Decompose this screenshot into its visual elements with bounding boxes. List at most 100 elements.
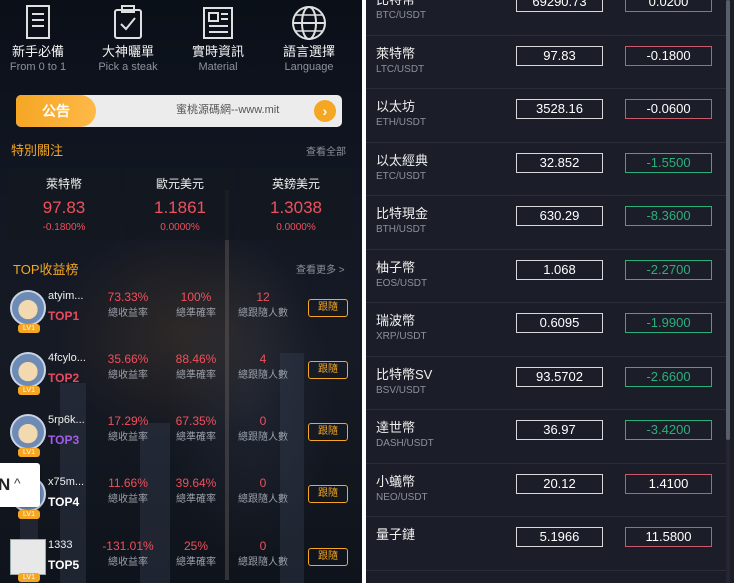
accuracy-stat: 100% 總準確率 bbox=[161, 290, 231, 320]
followers-stat: 4 總跟隨人數 bbox=[228, 352, 298, 382]
market-row[interactable]: 比特現金 BTH/USDT 630.29 -8.3600 bbox=[366, 196, 726, 250]
market-row[interactable]: 以太經典 ETC/USDT 32.852 -1.5500 bbox=[366, 143, 726, 196]
market-row[interactable]: 小蟻幣 NEO/USDT 20.12 1.4100 bbox=[366, 464, 726, 517]
follow-button[interactable]: 跟隨 bbox=[308, 485, 348, 503]
trader-name: x75m... bbox=[48, 476, 85, 488]
trader-rank: TOP1 bbox=[48, 309, 80, 323]
trader-name: 1333 bbox=[48, 539, 73, 551]
accuracy-label: 總準確率 bbox=[176, 557, 216, 568]
price-box: 97.83 bbox=[516, 45, 603, 66]
market-row[interactable]: 量子鏈 5.1966 11.5800 bbox=[366, 517, 726, 571]
accuracy-value: 100% bbox=[180, 290, 212, 304]
quick-link-subtitle: Pick a steak bbox=[98, 61, 158, 73]
price-box: 69290.73 bbox=[516, 0, 603, 12]
coin-pair: EOS/USDT bbox=[376, 277, 428, 289]
accuracy-stat: 25% 總準確率 bbox=[161, 539, 231, 569]
followers-stat: 12 總跟隨人數 bbox=[228, 290, 298, 320]
change-box: 11.5800 bbox=[625, 527, 712, 547]
followers-label: 總跟隨人數 bbox=[238, 432, 288, 443]
follow-button[interactable]: 跟隨 bbox=[308, 361, 348, 379]
trader-row[interactable]: LV1 x75m... TOP4 11.66% 總收益率 39.64% 總準確率 0 總跟隨人數… bbox=[0, 472, 362, 534]
announcement-bar[interactable]: 公告 蜜桃源碼網--www.mit › bbox=[16, 95, 342, 127]
coin-name: 小蟻幣 bbox=[376, 473, 416, 489]
coin-pair: ETC/USDT bbox=[376, 170, 426, 182]
quick-link-title: 新手必備 bbox=[11, 44, 64, 59]
quick-link-showcase[interactable]: 大神曬單 Pick a steak bbox=[83, 0, 173, 84]
avatar bbox=[10, 414, 46, 450]
announcement-tag: 公告 bbox=[16, 95, 96, 127]
level-badge: LV1 bbox=[18, 573, 40, 582]
coin-name: 比特幣SV bbox=[376, 366, 433, 382]
followers-label: 總跟隨人數 bbox=[238, 557, 288, 568]
trader-row[interactable]: LV1 atyim... TOP1 73.33% 總收益率 100% 總準確率 12 總跟隨人數… bbox=[0, 286, 362, 348]
change-box: -3.4200 bbox=[625, 420, 712, 440]
price-box: 3528.16 bbox=[516, 99, 603, 119]
coin-name: 瑞波幣 bbox=[376, 313, 416, 328]
scrollbar-thumb[interactable] bbox=[726, 0, 730, 440]
price-box: 1.068 bbox=[516, 259, 603, 280]
followers-value: 0 bbox=[259, 476, 267, 490]
follow-button[interactable]: 跟隨 bbox=[308, 423, 348, 441]
market-row[interactable]: 以太坊 ETH/USDT 3528.16 -0.0600 bbox=[366, 89, 726, 143]
quick-link-news[interactable]: 實時資訊 Material bbox=[173, 0, 263, 84]
favorite-price: 1.1861 bbox=[154, 198, 206, 217]
trader-rank: TOP3 bbox=[48, 433, 80, 447]
profit-value: -131.01% bbox=[102, 539, 154, 553]
level-badge: LV1 bbox=[18, 386, 40, 395]
trader-row[interactable]: LV1 5rp6k... TOP3 17.29% 總收益率 67.35% 總準確率 0 總跟隨人… bbox=[0, 410, 362, 472]
followers-value: 0 bbox=[259, 414, 267, 428]
favorite-card[interactable]: 歐元美元 1.1861 0.0000% bbox=[124, 168, 236, 240]
coin-name: 達世幣 bbox=[376, 420, 416, 435]
market-row[interactable]: 比特幣SV BSV/USDT 93.5702 -2.6600 bbox=[366, 357, 726, 410]
top-ranking-more-link[interactable]: 查看更多 > bbox=[296, 261, 345, 276]
follow-button[interactable]: 跟隨 bbox=[308, 548, 348, 566]
market-row[interactable]: 萊特幣 LTC/USDT 97.83 -0.1800 bbox=[366, 36, 726, 89]
chevron-up-icon[interactable]: ^ bbox=[14, 475, 21, 491]
top-ranking-title: TOP收益榜 bbox=[13, 262, 79, 277]
quick-link-language[interactable]: 語言選擇 Language bbox=[264, 0, 354, 84]
avatar bbox=[10, 290, 46, 326]
level-badge: LV1 bbox=[18, 324, 40, 333]
favorite-card[interactable]: 萊特幣 97.83 -0.1800% bbox=[8, 168, 120, 240]
accuracy-value: 67.35% bbox=[175, 414, 217, 428]
market-row[interactable]: 比特幣 BTC/USDT 69290.73 0.0200 bbox=[366, 0, 726, 36]
favorites-view-all-link[interactable]: 查看全部 bbox=[306, 143, 346, 158]
market-row[interactable]: 柚子幣 EOS/USDT 1.068 -2.2700 bbox=[366, 250, 726, 303]
accuracy-label: 總準確率 bbox=[176, 370, 216, 381]
coin-name: 萊特幣 bbox=[376, 45, 416, 61]
accuracy-value: 39.64% bbox=[175, 476, 217, 490]
price-box: 36.97 bbox=[516, 420, 603, 440]
profit-value: 17.29% bbox=[107, 414, 149, 428]
floating-widget[interactable]: N ^ bbox=[0, 463, 40, 507]
trader-name: 4fcylo... bbox=[48, 352, 86, 364]
market-row[interactable]: 達世幣 DASH/USDT 36.97 -3.4200 bbox=[366, 410, 726, 464]
followers-label: 總跟隨人數 bbox=[238, 494, 288, 505]
followers-value: 0 bbox=[259, 539, 267, 553]
profit-stat: 73.33% 總收益率 bbox=[93, 290, 163, 320]
chevron-right-icon[interactable]: › bbox=[314, 100, 336, 122]
trader-rank: TOP4 bbox=[48, 495, 80, 509]
announcement-text[interactable]: 蜜桃源碼網--www.mit bbox=[176, 95, 279, 125]
trader-rank: TOP5 bbox=[48, 558, 80, 572]
coin-pair: XRP/USDT bbox=[376, 331, 427, 342]
accuracy-stat: 88.46% 總準確率 bbox=[161, 352, 231, 382]
coin-pair: DASH/USDT bbox=[376, 438, 434, 449]
profit-stat: 35.66% 總收益率 bbox=[93, 352, 163, 382]
quick-link-beginner[interactable]: 新手必備 From 0 to 1 bbox=[0, 0, 83, 84]
market-row[interactable]: 瑞波幣 XRP/USDT 0.6095 -1.9900 bbox=[366, 303, 726, 357]
trader-name: atyim... bbox=[48, 290, 84, 302]
favorite-change: -0.1800% bbox=[42, 222, 86, 233]
favorites-title: 特別關注 bbox=[11, 143, 64, 158]
coin-name: 柚子幣 bbox=[376, 259, 416, 275]
profit-stat: 11.66% 總收益率 bbox=[93, 476, 163, 506]
favorite-card[interactable]: 英鎊美元 1.3038 0.0000% bbox=[240, 168, 352, 240]
price-box: 0.6095 bbox=[516, 313, 603, 333]
trader-row[interactable]: LV1 1333 TOP5 -131.01% 總收益率 25% 總準確率 0 總跟隨人數 跟隨 bbox=[0, 535, 362, 583]
coin-name: 比特現金 bbox=[376, 206, 429, 221]
change-box: 1.4100 bbox=[625, 473, 712, 494]
change-box: -2.2700 bbox=[625, 259, 712, 280]
follow-button[interactable]: 跟隨 bbox=[308, 299, 348, 317]
trader-row[interactable]: LV1 4fcylo... TOP2 35.66% 總收益率 88.46% 總準確率 4 總跟隨… bbox=[0, 348, 362, 410]
newspaper-icon bbox=[203, 7, 233, 39]
followers-value: 12 bbox=[256, 290, 270, 304]
